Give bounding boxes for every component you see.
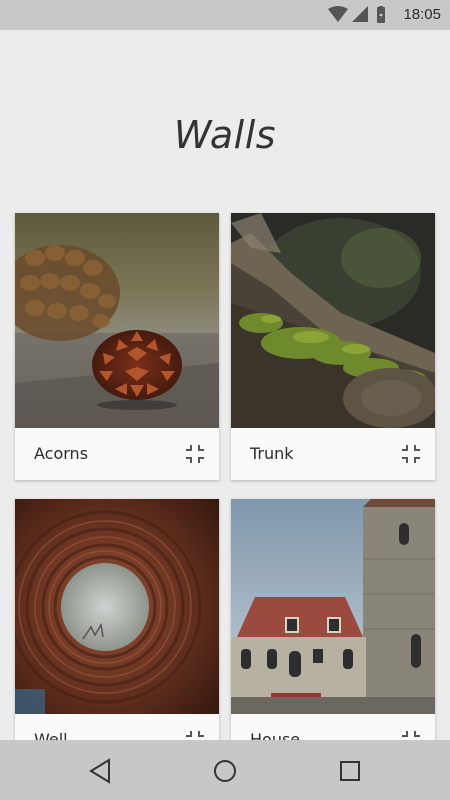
card-caption: Trunk: [231, 428, 435, 480]
pine-cone-photo[interactable]: [15, 213, 219, 428]
battery-icon: [377, 6, 385, 23]
wall-card-house[interactable]: House: [231, 499, 435, 766]
wall-card-trunk[interactable]: Trunk: [231, 213, 435, 480]
status-bar: 18:05: [0, 0, 450, 30]
navigation-bar: [0, 740, 450, 800]
page-title: Walls: [173, 113, 277, 157]
collapse-icon[interactable]: [401, 444, 421, 464]
recents-icon[interactable]: [335, 756, 365, 786]
cell-signal-icon: [352, 6, 368, 22]
back-icon[interactable]: [86, 756, 116, 786]
wall-card-acorns[interactable]: Acorns: [15, 213, 219, 480]
card-label: Trunk: [250, 444, 294, 463]
mossy-trunk-photo[interactable]: [231, 213, 435, 428]
status-time: 18:05: [403, 6, 441, 23]
wifi-icon: [328, 6, 348, 22]
status-icons: [326, 6, 388, 24]
wall-card-well[interactable]: Well: [15, 499, 219, 766]
home-icon[interactable]: [210, 756, 240, 786]
card-label: Acorns: [34, 444, 89, 463]
well-interior-photo[interactable]: [15, 499, 219, 714]
card-caption: Acorns: [15, 428, 219, 480]
stone-church-photo[interactable]: [231, 499, 435, 714]
collapse-icon[interactable]: [185, 444, 205, 464]
